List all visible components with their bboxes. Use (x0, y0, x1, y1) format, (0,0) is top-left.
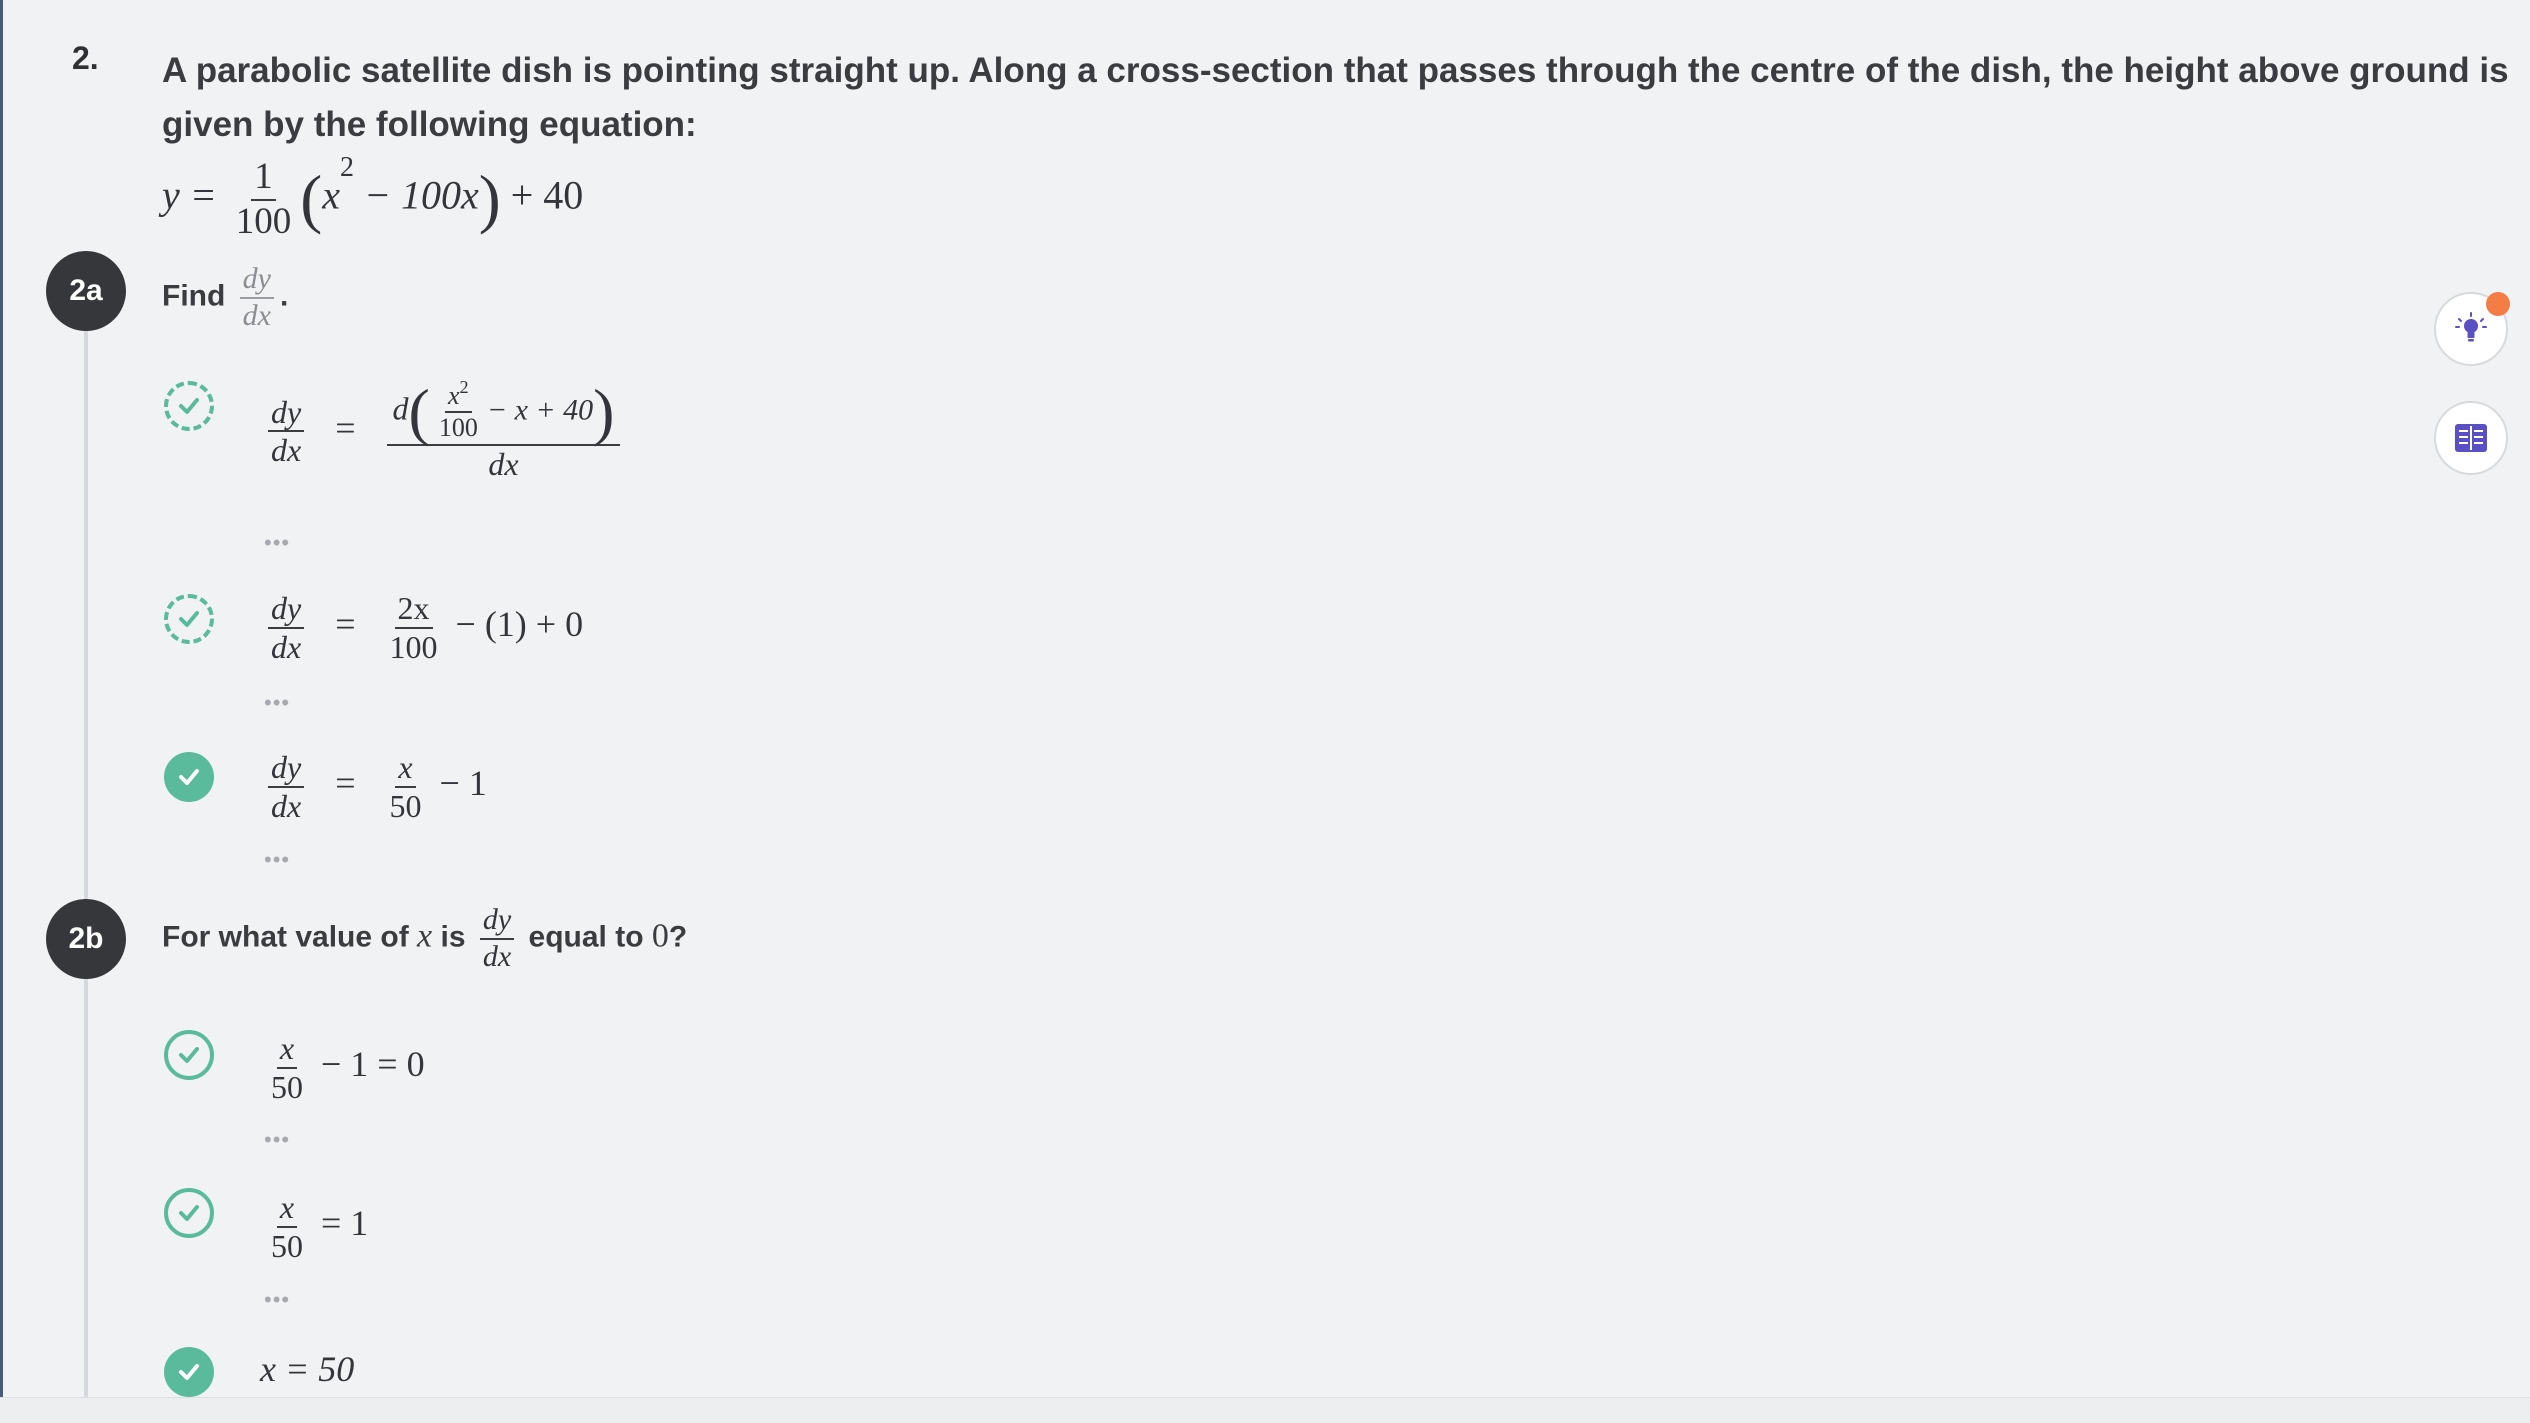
step-b2-more-options[interactable]: ••• (264, 1287, 290, 1313)
check-icon (179, 398, 199, 414)
part-b-derivative: dy dx (479, 903, 515, 974)
book-button[interactable] (2434, 401, 2508, 475)
check-icon (179, 1364, 199, 1380)
window-left-edge (0, 0, 3, 1422)
parabola-equation: y = 1 100 (x2 − 100x) + 40 (162, 152, 584, 242)
part-a-badge: 2a (46, 251, 126, 331)
step-b1-more-options[interactable]: ••• (264, 1127, 290, 1153)
step-a1-expression: dy dx = d(x2 100− x + 40) dx (262, 377, 626, 483)
part-a-prompt: Find dy dx . (162, 262, 289, 333)
step-status-solid-check (164, 1347, 214, 1397)
check-icon (179, 769, 199, 785)
question-intro: A parabolic satellite dish is pointing s… (162, 51, 2509, 144)
step-a2-more-options[interactable]: ••• (264, 690, 290, 716)
check-icon (179, 611, 199, 627)
lightbulb-icon (2455, 312, 2487, 342)
book-icon (2455, 424, 2487, 452)
equation-coefficient: 1 100 (235, 156, 292, 242)
step-a2-expression: dy dx = 2x 100 − (1) + 0 (262, 590, 583, 666)
notification-dot (2486, 292, 2510, 316)
equation-lhs: y = (162, 172, 217, 218)
step-b1-expression: x 50 − 1 = 0 (271, 1030, 425, 1105)
check-icon (179, 1047, 199, 1063)
part-a-derivative: dy dx (239, 262, 274, 333)
step-b3-expression: x = 50 (260, 1349, 355, 1389)
step-status-dashed-check (164, 381, 214, 431)
part-b-badge: 2b (46, 899, 126, 979)
step-a3-more-options[interactable]: ••• (264, 847, 290, 873)
step-a1-more-options[interactable]: ••• (264, 530, 290, 556)
step-status-outline-check (164, 1030, 214, 1080)
part-b-prompt: For what value of x is dy dx equal to 0? (162, 903, 688, 974)
part-b-connector (84, 976, 88, 1397)
step-status-solid-check (164, 752, 214, 802)
question-number: 2. (72, 40, 99, 76)
step-a3-expression: dy dx = x 50 − 1 (262, 749, 487, 825)
part-a-connector (84, 330, 88, 900)
check-icon (179, 1205, 199, 1221)
bottom-divider (0, 1397, 2530, 1423)
step-status-outline-check (164, 1188, 214, 1238)
step-status-dashed-check (164, 594, 214, 644)
step-b2-expression: x 50 = 1 (271, 1189, 369, 1264)
equation-tail: + 40 (510, 172, 584, 218)
